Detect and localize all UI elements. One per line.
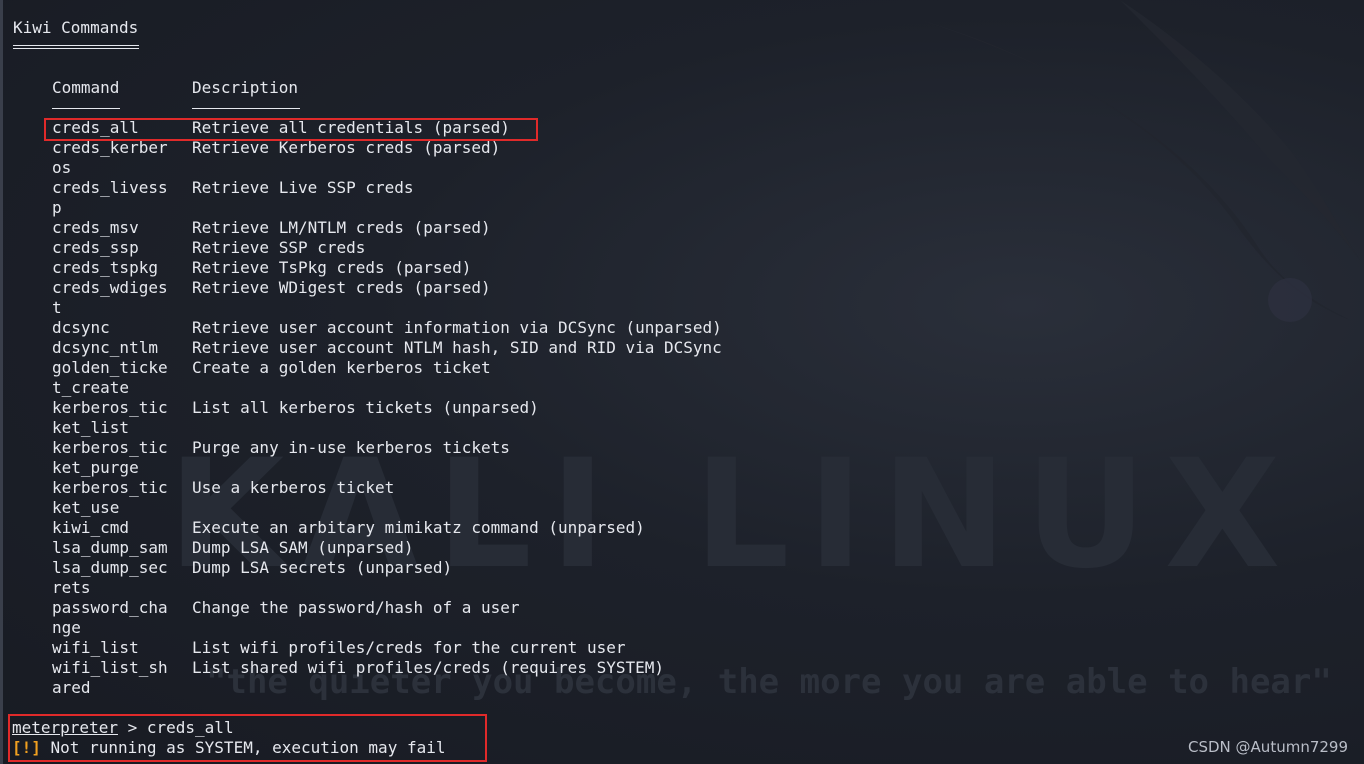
command-name: wifi_list xyxy=(52,638,139,657)
command-name: ket_use xyxy=(52,498,120,517)
command-name: creds_msv xyxy=(52,218,139,237)
command-name: rets xyxy=(52,578,91,597)
command-name: kiwi_cmd xyxy=(52,518,130,537)
command-name: dcsync xyxy=(52,318,110,337)
column-underline-command xyxy=(52,108,120,109)
command-description: Retrieve LM/NTLM creds (parsed) xyxy=(192,218,491,237)
command-description: Retrieve Live SSP creds xyxy=(192,178,414,197)
command-description: Retrieve WDigest creds (parsed) xyxy=(192,278,491,297)
command-name: p xyxy=(52,198,62,217)
command-name: lsa_dump_sam xyxy=(52,538,168,557)
command-description: Retrieve Kerberos creds (parsed) xyxy=(192,138,501,157)
title-underline-1 xyxy=(13,45,139,46)
command-name: lsa_dump_sec xyxy=(52,558,168,577)
command-description: List shared wifi profiles/creds (require… xyxy=(192,658,665,677)
command-name: golden_ticke xyxy=(52,358,168,377)
highlight-box-creds-all xyxy=(44,118,538,141)
command-description: Create a golden kerberos ticket xyxy=(192,358,491,377)
command-description: Retrieve SSP creds xyxy=(192,238,366,257)
command-name: kerberos_tic xyxy=(52,438,168,457)
command-name: password_cha xyxy=(52,598,168,617)
command-name: creds_kerber xyxy=(52,138,168,157)
command-name: creds_tspkg xyxy=(52,258,158,277)
command-description: Use a kerberos ticket xyxy=(192,478,395,497)
column-header-description: Description xyxy=(192,78,298,97)
column-underline-description xyxy=(192,108,300,109)
command-name: os xyxy=(52,158,72,177)
section-title: Kiwi Commands xyxy=(13,18,139,37)
command-name: nge xyxy=(52,618,81,637)
command-name: t_create xyxy=(52,378,130,397)
command-description: Dump LSA SAM (unparsed) xyxy=(192,538,414,557)
command-description: Retrieve user account NTLM hash, SID and… xyxy=(192,338,722,357)
command-name: kerberos_tic xyxy=(52,398,168,417)
command-name: ket_purge xyxy=(52,458,139,477)
column-header-command: Command xyxy=(52,78,120,97)
kali-dragon-watermark xyxy=(920,0,1360,322)
title-underline-2 xyxy=(13,48,139,49)
command-name: ket_list xyxy=(52,418,130,437)
command-name: creds_livess xyxy=(52,178,168,197)
command-name: ared xyxy=(52,678,91,697)
command-name: t xyxy=(52,298,62,317)
command-description: Change the password/hash of a user xyxy=(192,598,520,617)
command-description: Purge any in-use kerberos tickets xyxy=(192,438,510,457)
command-name: kerberos_tic xyxy=(52,478,168,497)
command-description: List wifi profiles/creds for the current… xyxy=(192,638,626,657)
command-name: creds_ssp xyxy=(52,238,139,257)
command-description: Execute an arbitary mimikatz command (un… xyxy=(192,518,645,537)
command-description: Retrieve user account information via DC… xyxy=(192,318,722,337)
command-description: Dump LSA secrets (unparsed) xyxy=(192,558,453,577)
csdn-credit: CSDN @Autumn7299 xyxy=(1188,738,1348,756)
window-left-edge xyxy=(0,0,3,764)
highlight-box-output xyxy=(8,714,487,762)
command-name: dcsync_ntlm xyxy=(52,338,158,357)
command-description: Retrieve TsPkg creds (parsed) xyxy=(192,258,472,277)
command-description: List all kerberos tickets (unparsed) xyxy=(192,398,539,417)
command-name: creds_wdiges xyxy=(52,278,168,297)
command-name: wifi_list_sh xyxy=(52,658,168,677)
